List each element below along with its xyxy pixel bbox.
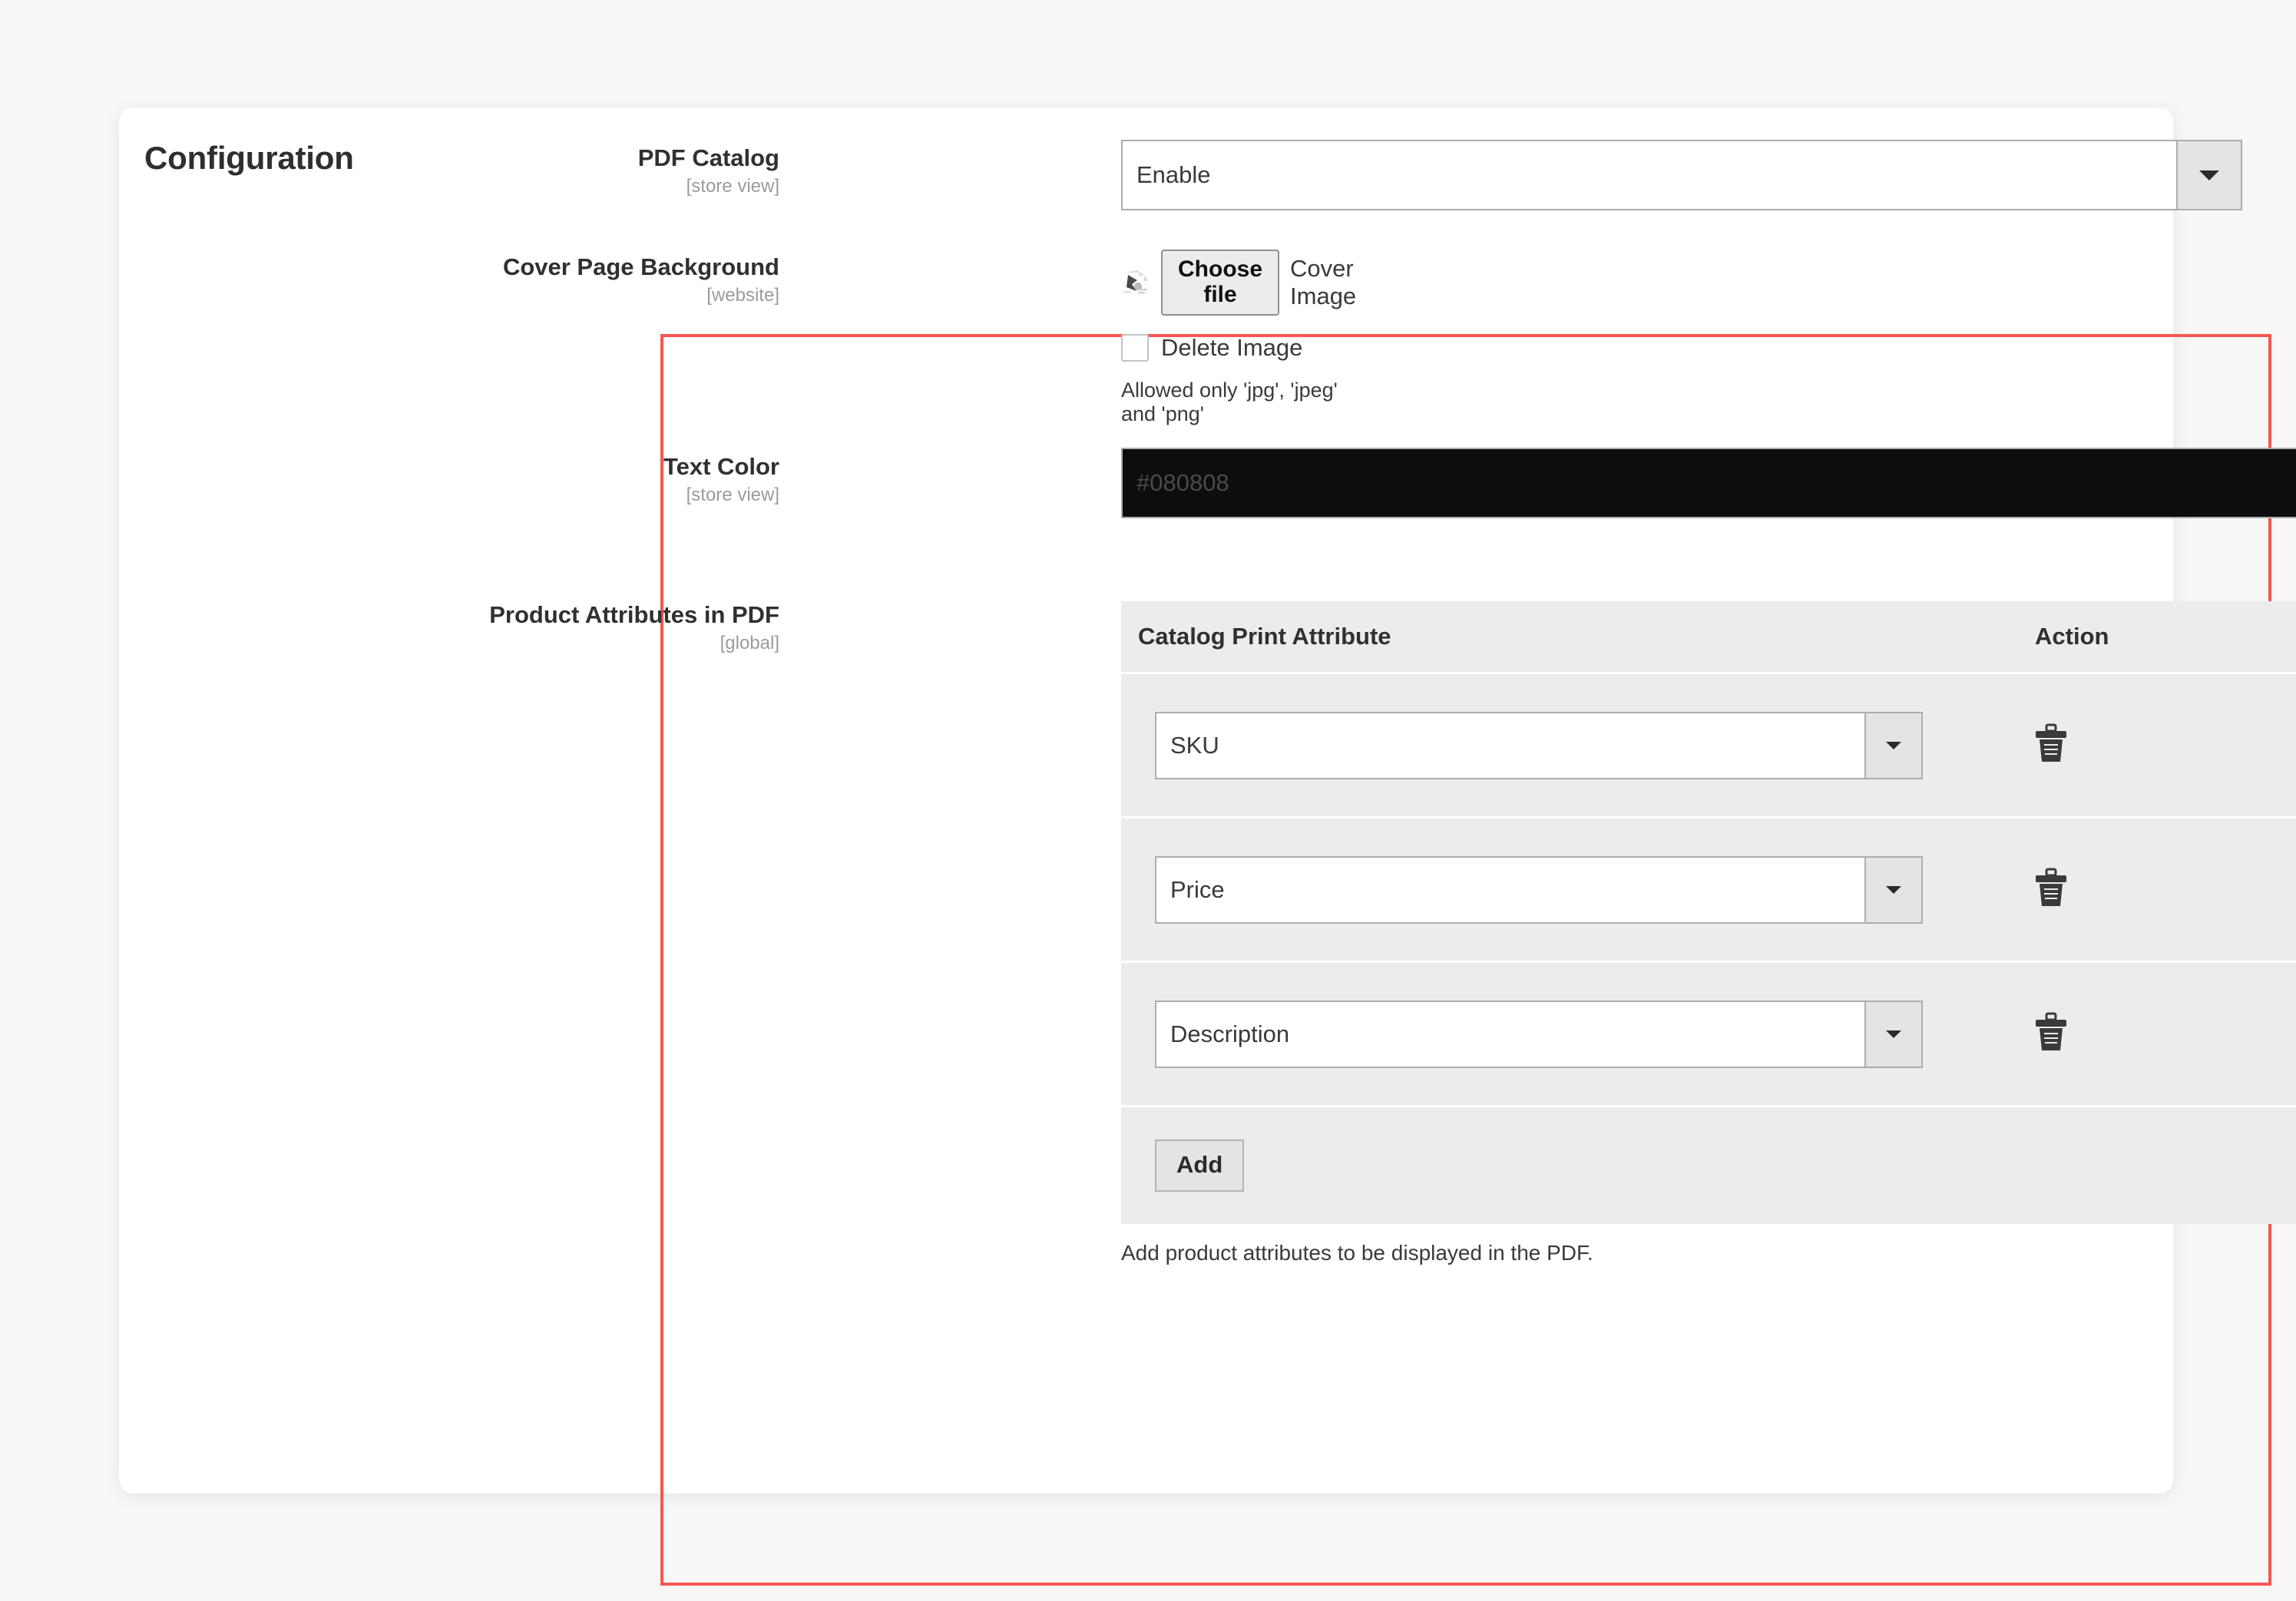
- column-header-attribute: Catalog Print Attribute: [1138, 623, 1391, 650]
- table-row: SKU: [1121, 674, 2296, 819]
- attribute-select-1[interactable]: Price: [1155, 855, 1923, 924]
- cell-action: [1997, 723, 2069, 767]
- choose-file-button[interactable]: Choose file: [1161, 250, 1280, 316]
- delete-image-row: Delete Image: [1121, 334, 1356, 362]
- selected-file-name: Cover Image: [1290, 255, 1357, 309]
- cover-image-note: Allowed only 'jpg', 'jpeg' and 'png': [1121, 379, 1338, 425]
- label-pdf-catalog-scope: [store view]: [686, 175, 779, 197]
- attribute-select-0[interactable]: SKU: [1155, 711, 1923, 779]
- label-product-attributes-scope: [global]: [720, 632, 779, 653]
- trash-icon[interactable]: [2033, 868, 2069, 908]
- pdf-catalog-select[interactable]: Enable: [1121, 140, 2242, 210]
- label-cover-page-background-scope: [website]: [706, 284, 779, 306]
- cell-attribute: Description: [1121, 1000, 1997, 1068]
- label-text-color-scope: [store view]: [686, 484, 779, 505]
- field-pdf-catalog: Enable: [1121, 140, 2242, 210]
- field-product-attributes: Catalog Print Attribute Action SKU Price…: [1121, 601, 2296, 1265]
- attribute-select-2-value: Description: [1156, 1001, 1864, 1067]
- attribute-select-2[interactable]: Description: [1155, 1000, 1923, 1068]
- label-product-attributes: Product Attributes in PDF [global]: [303, 601, 779, 656]
- label-text-color-text: Text Color: [663, 453, 779, 480]
- cell-attribute: SKU: [1121, 711, 1997, 779]
- field-cover-page-background: Choose file Cover Image Delete Image All…: [1121, 250, 1356, 426]
- file-upload-line: Choose file Cover Image: [1121, 250, 1356, 316]
- chevron-down-icon[interactable]: [2176, 141, 2241, 209]
- chevron-down-glyph: [1886, 1030, 1901, 1038]
- broken-image-icon: [1121, 268, 1150, 297]
- label-pdf-catalog: PDF Catalog [store view]: [303, 144, 779, 199]
- chevron-down-icon[interactable]: [1864, 857, 1921, 922]
- chevron-down-glyph: [1886, 741, 1901, 749]
- page-root: Configuration PDF Catalog [store view] E…: [0, 0, 2296, 1601]
- configuration-form: PDF Catalog [store view] Enable Cover Pa…: [119, 108, 2296, 1493]
- attribute-select-0-value: SKU: [1156, 713, 1864, 778]
- cell-action: [1997, 868, 2069, 911]
- chevron-down-glyph: [2199, 170, 2219, 180]
- text-color-value: #080808: [1136, 469, 1229, 496]
- table-row: Price: [1121, 819, 2296, 963]
- table-footer-row: Add: [1121, 1107, 2296, 1224]
- chevron-down-icon[interactable]: [1864, 713, 1921, 778]
- add-attribute-button[interactable]: Add: [1155, 1139, 1245, 1192]
- pdf-catalog-select-value: Enable: [1123, 141, 2176, 209]
- label-pdf-catalog-text: PDF Catalog: [637, 144, 779, 171]
- catalog-print-attributes-table: Catalog Print Attribute Action SKU Price…: [1121, 601, 2296, 1224]
- table-header-row: Catalog Print Attribute Action: [1121, 601, 2296, 674]
- label-cover-page-background-text: Cover Page Background: [502, 253, 779, 280]
- attribute-select-1-value: Price: [1156, 857, 1864, 922]
- table-row: Description: [1121, 963, 2296, 1107]
- chevron-down-glyph: [1886, 885, 1901, 894]
- delete-image-label: Delete Image: [1161, 334, 1303, 361]
- field-text-color: #080808: [1121, 448, 2296, 518]
- text-color-input[interactable]: #080808: [1121, 448, 2296, 518]
- column-header-action: Action: [2035, 623, 2109, 650]
- cell-attribute: Price: [1121, 855, 1997, 924]
- chevron-down-icon[interactable]: [1864, 1001, 1921, 1067]
- configuration-card: Configuration PDF Catalog [store view] E…: [119, 108, 2296, 1586]
- product-attributes-note: Add product attributes to be displayed i…: [1121, 1241, 1593, 1265]
- trash-icon[interactable]: [2033, 1012, 2069, 1052]
- delete-image-checkbox[interactable]: [1121, 334, 1149, 362]
- cell-action: [1997, 1012, 2069, 1056]
- label-product-attributes-text: Product Attributes in PDF: [489, 601, 779, 628]
- trash-icon[interactable]: [2033, 723, 2069, 763]
- label-text-color: Text Color [store view]: [303, 453, 779, 508]
- label-cover-page-background: Cover Page Background [website]: [303, 253, 779, 308]
